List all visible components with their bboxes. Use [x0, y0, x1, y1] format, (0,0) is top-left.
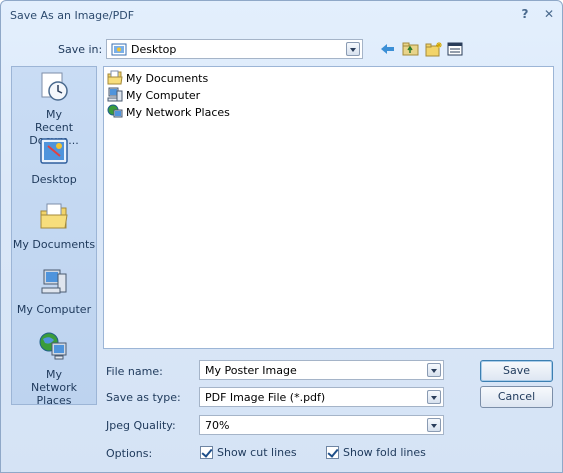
- help-button[interactable]: ?: [517, 7, 533, 23]
- save-as-type-label: Save as type:: [106, 391, 181, 404]
- network-places-icon: [39, 332, 67, 360]
- file-name: My Network Places: [126, 106, 230, 119]
- save-in-dropdown[interactable]: Desktop: [106, 39, 363, 59]
- chevron-down-icon[interactable]: [427, 418, 441, 432]
- jpeg-quality-value: 70%: [205, 419, 230, 432]
- jpeg-quality-label: Jpeg Quality:: [106, 419, 176, 432]
- back-arrow-icon[interactable]: [379, 41, 397, 57]
- show-fold-lines-checkbox[interactable]: Show fold lines: [326, 446, 436, 460]
- my-documents-icon: [40, 203, 68, 229]
- options-label: Options:: [106, 447, 153, 460]
- new-folder-icon[interactable]: [425, 41, 443, 57]
- place-label-line1: My: [45, 368, 62, 381]
- network-icon: [107, 104, 123, 118]
- my-computer-icon: [41, 269, 67, 294]
- up-folder-icon[interactable]: [402, 41, 420, 57]
- save-as-type-value: PDF Image File (*.pdf): [205, 391, 326, 404]
- chevron-down-icon[interactable]: [427, 363, 441, 377]
- chevron-down-icon[interactable]: [427, 390, 441, 404]
- show-cut-lines-label: Show cut lines: [217, 446, 297, 459]
- window-title: Save As an Image/PDF: [10, 9, 135, 22]
- place-label: Desktop: [31, 173, 77, 186]
- place-my-documents[interactable]: My Documents: [12, 201, 96, 251]
- save-as-dialog: Save As an Image/PDF ? ✕ Save in: Deskto…: [0, 0, 563, 473]
- save-in-label: Save in:: [58, 43, 103, 56]
- save-in-value: Desktop: [131, 43, 177, 56]
- place-label-line1: My: [45, 108, 62, 121]
- places-bar: My Recent Docum... Desktop My Documents: [11, 66, 97, 407]
- chevron-down-icon[interactable]: [346, 42, 360, 56]
- place-label: My Computer: [16, 303, 92, 316]
- title-bar: Save As an Image/PDF ? ✕: [1, 1, 562, 31]
- desktop-small-icon: [111, 43, 127, 56]
- file-name-value: My Poster Image: [205, 364, 297, 377]
- show-fold-lines-label: Show fold lines: [343, 446, 426, 459]
- file-name-label: File name:: [106, 365, 163, 378]
- file-name: My Documents: [126, 72, 209, 85]
- file-name-input[interactable]: My Poster Image: [199, 360, 444, 380]
- place-label-line2: Network Places: [31, 381, 77, 407]
- save-as-type-select[interactable]: PDF Image File (*.pdf): [199, 387, 444, 407]
- place-my-computer[interactable]: My Computer: [12, 266, 96, 316]
- folder-icon: [107, 70, 123, 85]
- file-name: My Computer: [126, 89, 201, 102]
- computer-icon: [107, 87, 123, 102]
- checkbox-checked[interactable]: [326, 446, 339, 459]
- show-cut-lines-checkbox[interactable]: Show cut lines: [200, 446, 310, 460]
- checkbox-checked[interactable]: [200, 446, 213, 459]
- save-button[interactable]: Save: [480, 360, 553, 382]
- file-list: My Documents My Computer My Network Plac…: [103, 66, 554, 349]
- place-label: My Documents: [12, 238, 96, 251]
- place-network-places[interactable]: My Network Places: [12, 331, 96, 407]
- cancel-button[interactable]: Cancel: [480, 386, 553, 408]
- views-menu-icon[interactable]: [447, 41, 465, 57]
- close-button[interactable]: ✕: [541, 7, 557, 23]
- desktop-icon: [40, 138, 68, 164]
- place-desktop[interactable]: Desktop: [12, 136, 96, 186]
- jpeg-quality-select[interactable]: 70%: [199, 415, 444, 435]
- recent-documents-icon: [41, 72, 68, 101]
